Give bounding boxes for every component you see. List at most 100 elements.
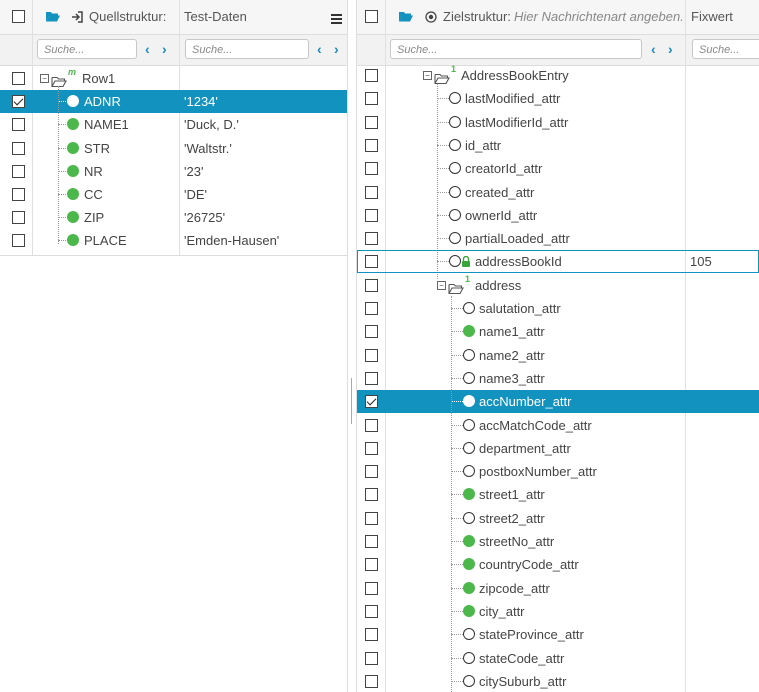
table-row[interactable]: NR '23'	[0, 160, 347, 183]
table-row[interactable]: name1_attr	[357, 320, 759, 343]
row-checkbox[interactable]	[365, 558, 378, 571]
row-checkbox[interactable]	[12, 165, 25, 178]
table-row[interactable]: postboxNumber_attr	[357, 460, 759, 483]
row-checkbox[interactable]	[12, 234, 25, 247]
row-checkbox[interactable]	[365, 419, 378, 432]
row-checkbox[interactable]	[365, 325, 378, 338]
test-data-search-input[interactable]: Suche...	[185, 39, 309, 59]
select-all-checkbox[interactable]	[365, 10, 378, 23]
fixed-value-column-header[interactable]: Fixwert	[691, 0, 733, 34]
chevron-left-icon[interactable]: ‹	[145, 42, 150, 56]
folder-open-icon[interactable]	[46, 10, 60, 22]
row-checkbox[interactable]	[365, 675, 378, 688]
select-all-checkbox[interactable]	[12, 10, 25, 23]
row-checkbox[interactable]	[365, 302, 378, 315]
table-row[interactable]: accNumber_attr	[357, 390, 759, 413]
table-row[interactable]: ZIP '26725'	[0, 206, 347, 229]
row-checkbox[interactable]	[365, 442, 378, 455]
collapse-icon[interactable]: −	[437, 281, 446, 290]
row-checkbox[interactable]	[365, 162, 378, 175]
row-checkbox[interactable]	[12, 72, 25, 85]
folder-open-icon[interactable]	[399, 10, 413, 22]
table-row[interactable]: citySuburb_attr	[357, 670, 759, 692]
fixed-value-search-input[interactable]: Suche...	[692, 39, 759, 59]
table-row[interactable]: CC 'DE'	[0, 183, 347, 206]
row-checkbox[interactable]	[365, 186, 378, 199]
source-panel: Quellstruktur: Test-Daten Suche... ‹ › S…	[0, 0, 347, 692]
row-value: 'DE'	[184, 187, 208, 202]
message-type-hint[interactable]: Hier Nachrichtenart angeben.	[514, 0, 684, 34]
table-row[interactable]: −1 address	[357, 274, 759, 297]
table-row[interactable]: created_attr	[357, 181, 759, 204]
table-row[interactable]: STR 'Waltstr.'	[0, 137, 347, 160]
row-checkbox[interactable]	[12, 211, 25, 224]
table-row[interactable]: name2_attr	[357, 344, 759, 367]
row-checkbox[interactable]	[365, 605, 378, 618]
chevron-left-icon[interactable]: ‹	[317, 42, 322, 56]
row-name: name3_attr	[479, 371, 545, 386]
test-data-column-header[interactable]: Test-Daten	[184, 0, 247, 34]
row-checkbox[interactable]	[365, 69, 378, 82]
table-row[interactable]: lastModifierId_attr	[357, 111, 759, 134]
row-checkbox[interactable]	[365, 535, 378, 548]
row-checkbox[interactable]	[365, 465, 378, 478]
row-checkbox[interactable]	[365, 372, 378, 385]
	[437, 215, 449, 216]
row-checkbox[interactable]	[365, 139, 378, 152]
chevron-right-icon[interactable]: ›	[162, 42, 167, 56]
table-row[interactable]: streetNo_attr	[357, 530, 759, 553]
target-search-input[interactable]: Suche...	[390, 39, 642, 59]
row-checkbox[interactable]	[365, 512, 378, 525]
row-checkbox[interactable]	[12, 118, 25, 131]
table-row[interactable]: ownerId_attr	[357, 204, 759, 227]
chevron-right-icon[interactable]: ›	[668, 42, 673, 56]
table-row[interactable]: street2_attr	[357, 507, 759, 530]
row-checkbox[interactable]	[365, 628, 378, 641]
unmapped-node-icon	[463, 512, 475, 524]
table-row[interactable]: countryCode_attr	[357, 553, 759, 576]
row-checkbox[interactable]	[365, 209, 378, 222]
table-row[interactable]: ADNR '1234'	[0, 90, 347, 113]
row-checkbox[interactable]	[12, 188, 25, 201]
table-row[interactable]: − 1 AddressBookEntry	[357, 64, 759, 87]
row-name: creatorId_attr	[465, 161, 543, 176]
table-row[interactable]: stateCode_attr	[357, 647, 759, 670]
mapped-node-icon	[67, 118, 79, 130]
table-row[interactable]: NAME1 'Duck, D.'	[0, 113, 347, 136]
	[58, 217, 66, 218]
row-checkbox[interactable]	[365, 92, 378, 105]
table-row[interactable]: zipcode_attr	[357, 577, 759, 600]
table-row[interactable]: stateProvince_attr	[357, 623, 759, 646]
row-checkbox[interactable]	[365, 232, 378, 245]
menu-icon[interactable]	[331, 12, 342, 24]
collapse-icon[interactable]: −	[40, 74, 49, 83]
table-row[interactable]: city_attr	[357, 600, 759, 623]
collapse-icon[interactable]: −	[423, 71, 432, 80]
table-row[interactable]: creatorId_attr	[357, 157, 759, 180]
table-row[interactable]: lastModified_attr	[357, 87, 759, 110]
row-checkbox[interactable]	[365, 116, 378, 129]
chevron-left-icon[interactable]: ‹	[651, 42, 656, 56]
chevron-right-icon[interactable]: ›	[334, 42, 339, 56]
table-row[interactable]: − m Row1	[0, 67, 347, 90]
row-checkbox[interactable]	[365, 395, 378, 408]
row-checkbox[interactable]	[365, 488, 378, 501]
table-row[interactable]: salutation_attr	[357, 297, 759, 320]
table-row[interactable]: id_attr	[357, 134, 759, 157]
table-row[interactable]: name3_attr	[357, 367, 759, 390]
splitter[interactable]	[347, 0, 357, 692]
row-checkbox[interactable]	[12, 142, 25, 155]
row-name: ZIP	[84, 210, 105, 225]
table-row[interactable]: street1_attr	[357, 483, 759, 506]
row-checkbox[interactable]	[12, 95, 25, 108]
row-checkbox[interactable]	[365, 652, 378, 665]
source-search-input[interactable]: Suche...	[37, 39, 137, 59]
row-checkbox[interactable]	[365, 349, 378, 362]
table-row[interactable]: department_attr	[357, 437, 759, 460]
row-checkbox[interactable]	[365, 582, 378, 595]
table-row[interactable]: accMatchCode_attr	[357, 414, 759, 437]
row-name: NAME1	[84, 117, 129, 132]
table-row[interactable]: PLACE 'Emden-Hausen'	[0, 229, 347, 252]
row-checkbox[interactable]	[365, 279, 378, 292]
table-row[interactable]: partialLoaded_attr	[357, 227, 759, 250]
